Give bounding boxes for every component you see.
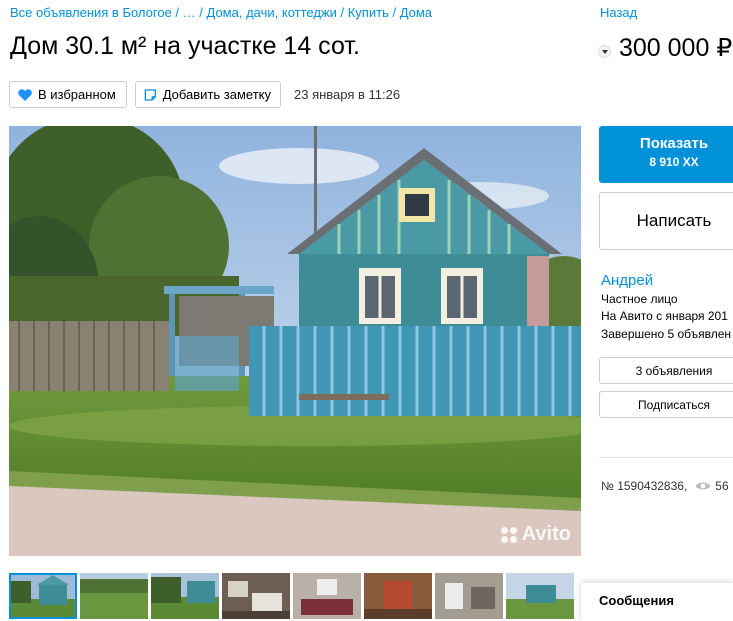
- breadcrumb-item-houses[interactable]: Дома: [400, 5, 432, 20]
- heart-icon: [18, 88, 32, 101]
- currency-toggle-icon[interactable]: [598, 44, 611, 58]
- main-photo[interactable]: Avito: [9, 126, 581, 556]
- phone-partial: 8 910 ХХ: [649, 155, 699, 169]
- price: 300 000 ₽: [619, 34, 733, 62]
- subscribe-button[interactable]: Подписаться: [599, 391, 733, 418]
- breadcrumb-item-ellipsis[interactable]: …: [183, 5, 196, 20]
- price-block: 300 000 ₽: [598, 33, 732, 63]
- breadcrumb-separator: /: [171, 5, 183, 20]
- thumbnail[interactable]: [506, 573, 574, 619]
- seller-completed: Завершено 5 объявлен: [601, 327, 732, 341]
- page-title: Дом 30.1 м² на участке 14 сот.: [10, 32, 360, 60]
- note-icon: [144, 88, 156, 101]
- thumbnail[interactable]: [222, 573, 290, 619]
- avito-logo-icon: [500, 526, 518, 544]
- breadcrumb: Все объявления в Бологое / … / Дома, дач…: [10, 5, 432, 20]
- messages-panel[interactable]: Сообщения: [581, 583, 733, 621]
- thumbnail-strip: [9, 573, 581, 621]
- listing-meta: № 1590432836, 56: [601, 479, 729, 493]
- divider: [599, 457, 733, 458]
- breadcrumb-separator: /: [388, 5, 400, 20]
- show-phone-button[interactable]: Показать 8 910 ХХ: [599, 126, 733, 183]
- favorite-button[interactable]: В избранном: [9, 81, 127, 108]
- breadcrumb-separator: /: [336, 5, 348, 20]
- listing-id: № 1590432836,: [601, 479, 688, 493]
- write-message-button[interactable]: Написать: [599, 192, 733, 250]
- breadcrumb-item-houses-category[interactable]: Дома, дачи, коттеджи: [207, 5, 337, 20]
- breadcrumb-item-buy[interactable]: Купить: [348, 5, 389, 20]
- views-count: 56: [715, 479, 729, 493]
- thumbnail[interactable]: [293, 573, 361, 619]
- add-note-button[interactable]: Добавить заметку: [135, 81, 281, 108]
- breadcrumb-separator: /: [195, 5, 207, 20]
- thumbnail[interactable]: [435, 573, 503, 619]
- seller-ads-button[interactable]: 3 объявления: [599, 357, 733, 384]
- thumbnail[interactable]: [151, 573, 219, 619]
- seller-name-link[interactable]: Андрей: [601, 272, 653, 289]
- breadcrumb-item-all[interactable]: Все объявления в Бологое: [10, 5, 172, 20]
- house-photo-image: [9, 126, 581, 556]
- thumbnail[interactable]: [9, 573, 77, 619]
- seller-type: Частное лицо: [601, 292, 678, 306]
- watermark-text: Avito: [521, 523, 571, 545]
- show-phone-label: Показать: [639, 135, 709, 152]
- thumbnail[interactable]: [80, 573, 148, 619]
- add-note-label: Добавить заметку: [162, 87, 271, 102]
- publish-date: 23 января в 11:26: [294, 87, 401, 102]
- back-link[interactable]: Назад: [600, 5, 637, 20]
- thumbnail[interactable]: [364, 573, 432, 619]
- favorite-label: В избранном: [38, 87, 116, 102]
- messages-label: Сообщения: [599, 593, 674, 608]
- avito-watermark: Avito: [500, 523, 571, 546]
- seller-since: На Авито с января 201: [601, 309, 728, 323]
- eye-icon: [695, 482, 711, 490]
